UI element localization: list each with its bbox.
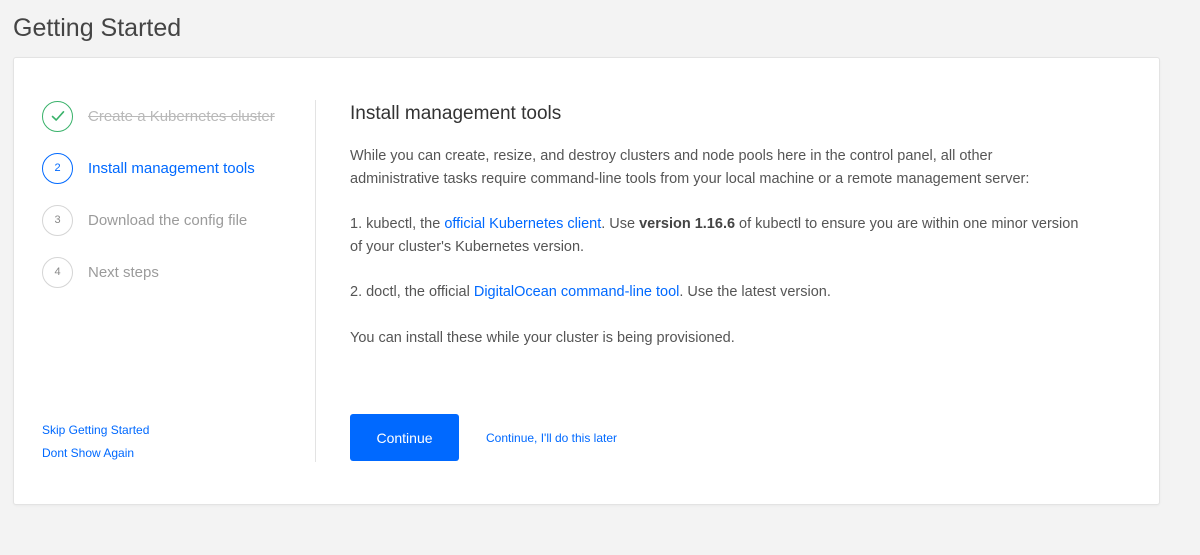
step-create-cluster[interactable]: Create a Kubernetes cluster <box>42 100 302 132</box>
step-number: 4 <box>42 256 73 288</box>
intro-paragraph: While you can create, resize, and destro… <box>350 148 1030 187</box>
step-number: 3 <box>42 204 73 236</box>
vertical-divider <box>315 100 316 462</box>
continue-button[interactable]: Continue <box>350 414 459 461</box>
check-icon <box>51 111 64 121</box>
step-content: Install management tools While you can c… <box>350 103 1080 372</box>
step-label: Create a Kubernetes cluster <box>88 107 275 125</box>
continue-later-link[interactable]: Continue, I'll do this later <box>486 431 617 445</box>
skip-getting-started-link[interactable]: Skip Getting Started <box>42 423 149 437</box>
kubernetes-client-link[interactable]: official Kubernetes client <box>444 216 601 232</box>
doctl-paragraph: 2. doctl, the official DigitalOcean comm… <box>350 281 1080 304</box>
kubectl-mid: . Use <box>601 216 640 232</box>
kubectl-paragraph: 1. kubectl, the official Kubernetes clie… <box>350 213 1080 258</box>
step-complete-circle <box>42 100 73 132</box>
content-heading: Install management tools <box>350 103 562 124</box>
doctl-prefix: 2. doctl, the official <box>350 284 474 300</box>
step-next-steps[interactable]: 4 Next steps <box>42 256 302 288</box>
doctl-suffix: . Use the latest version. <box>679 284 831 300</box>
step-label: Download the config file <box>88 211 248 229</box>
step-number: 2 <box>42 152 73 184</box>
side-links: Skip Getting Started Dont Show Again <box>42 423 149 469</box>
dont-show-again-link[interactable]: Dont Show Again <box>42 446 149 460</box>
getting-started-card: Create a Kubernetes cluster 2 Install ma… <box>13 57 1160 505</box>
doctl-link[interactable]: DigitalOcean command-line tool <box>474 284 680 300</box>
step-download-config[interactable]: 3 Download the config file <box>42 204 302 236</box>
page-title: Getting Started <box>13 14 182 42</box>
step-install-tools[interactable]: 2 Install management tools <box>42 152 302 184</box>
actions: Continue Continue, I'll do this later <box>350 414 617 461</box>
provisioning-note: You can install these while your cluster… <box>350 329 735 346</box>
step-label: Next steps <box>88 263 159 281</box>
step-label: Install management tools <box>88 159 255 177</box>
kubectl-version: version 1.16.6 <box>639 216 736 232</box>
kubectl-prefix: 1. kubectl, the <box>350 216 445 232</box>
